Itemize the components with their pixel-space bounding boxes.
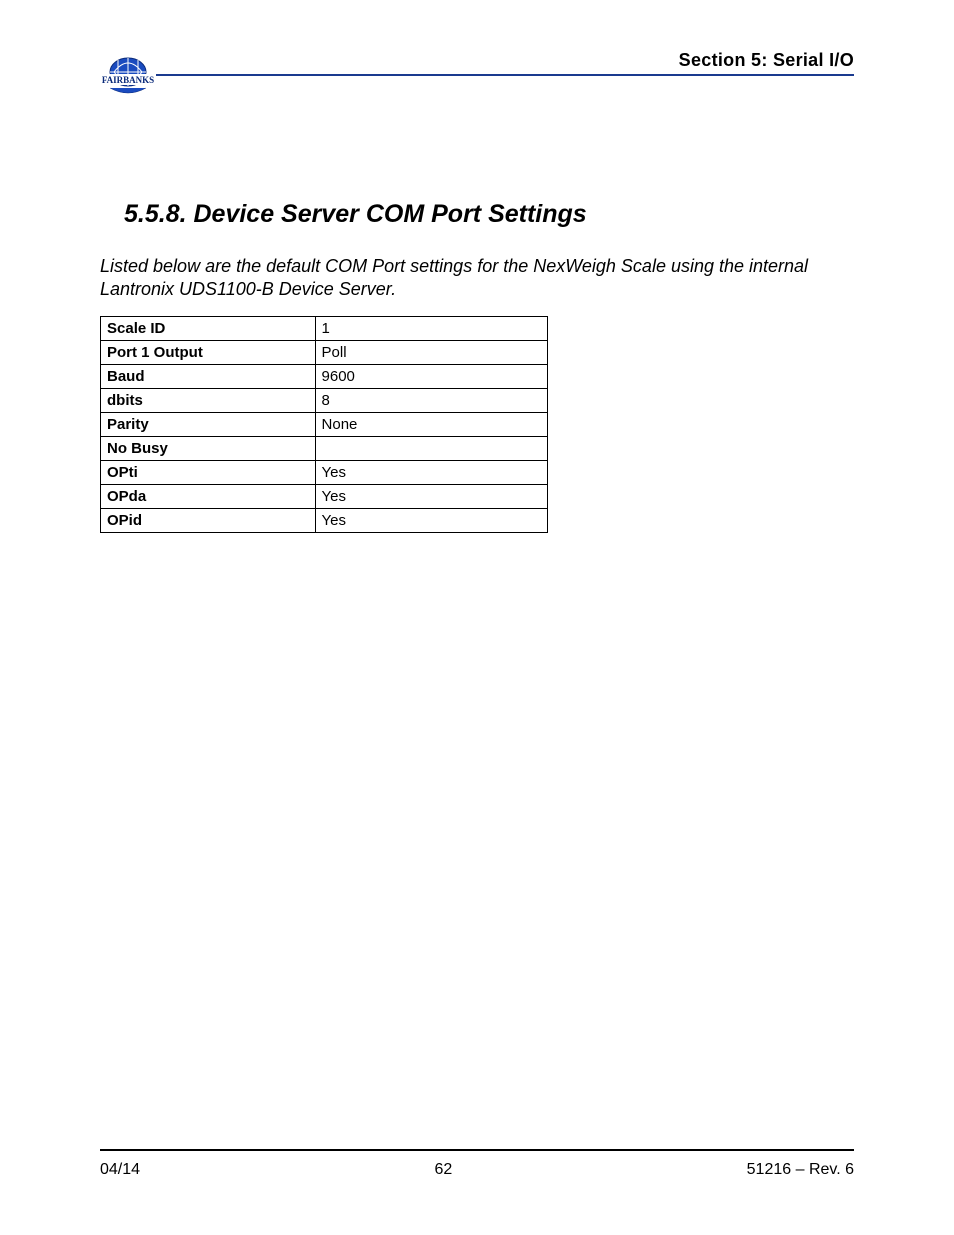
setting-label: Baud [101,364,316,388]
setting-value: None [315,412,547,436]
setting-label: OPid [101,508,316,532]
setting-value: Poll [315,340,547,364]
table-row: Scale ID1 [101,316,548,340]
footer-rule [100,1149,854,1151]
setting-value: Yes [315,484,547,508]
setting-value: Yes [315,460,547,484]
section-title: Section 5: Serial I/O [679,50,854,71]
table-row: Baud9600 [101,364,548,388]
fairbanks-logo: FAIRBANKS [100,56,156,100]
header-rule [156,74,854,76]
table-row: OPidYes [101,508,548,532]
setting-label: OPti [101,460,316,484]
svg-text:FAIRBANKS: FAIRBANKS [102,75,154,85]
footer-page-number: 62 [434,1161,452,1179]
setting-label: OPda [101,484,316,508]
setting-value: 8 [315,388,547,412]
setting-value: Yes [315,508,547,532]
setting-value: 9600 [315,364,547,388]
heading-device-server-com-port-settings: 5.5.8. Device Server COM Port Settings [124,200,854,229]
table-row: Port 1 OutputPoll [101,340,548,364]
setting-value [315,436,547,460]
com-port-settings-table: Scale ID1Port 1 OutputPollBaud9600dbits8… [100,316,548,533]
intro-text: Listed below are the default COM Port se… [100,255,854,302]
table-row: OPtiYes [101,460,548,484]
table-row: ParityNone [101,412,548,436]
footer-doc-rev: 51216 – Rev. 6 [747,1161,854,1179]
setting-label: Port 1 Output [101,340,316,364]
table-row: No Busy [101,436,548,460]
setting-label: No Busy [101,436,316,460]
footer-date: 04/14 [100,1161,140,1179]
setting-label: dbits [101,388,316,412]
setting-label: Scale ID [101,316,316,340]
table-row: OPdaYes [101,484,548,508]
setting-label: Parity [101,412,316,436]
table-row: dbits8 [101,388,548,412]
setting-value: 1 [315,316,547,340]
